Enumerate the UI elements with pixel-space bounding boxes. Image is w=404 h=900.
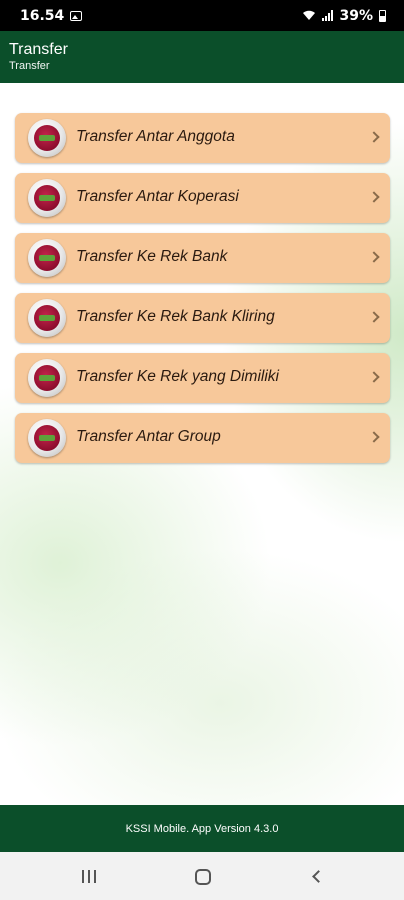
back-icon[interactable] [312, 870, 325, 883]
menu-item-label: Transfer Ke Rek Bank [76, 248, 228, 265]
wifi-icon [303, 10, 316, 20]
menu-item-transfer-ke-rek-dimiliki[interactable]: Transfer Ke Rek yang Dimiliki [15, 353, 390, 403]
status-right: 39% [302, 8, 386, 24]
chevron-right-icon [368, 251, 380, 263]
recents-icon[interactable] [82, 870, 96, 883]
content-area: Transfer Antar Anggota Transfer Antar Ko… [0, 83, 404, 805]
gallery-icon [70, 10, 83, 21]
menu-item-transfer-ke-rek-bank-kliring[interactable]: Transfer Ke Rek Bank Kliring [15, 293, 390, 343]
menu-item-label: Transfer Antar Group [76, 428, 221, 445]
menu-item-transfer-ke-rek-bank[interactable]: Transfer Ke Rek Bank [15, 233, 390, 283]
page-title: Transfer [9, 41, 68, 58]
chevron-right-icon [368, 131, 380, 143]
transfer-icon [28, 359, 66, 397]
status-left: 16.54 [20, 7, 83, 24]
menu-item-label: Transfer Antar Koperasi [76, 188, 239, 205]
transfer-icon [28, 119, 66, 157]
menu-item-transfer-antar-koperasi[interactable]: Transfer Antar Koperasi [15, 173, 390, 223]
page-subtitle: Transfer [9, 60, 50, 72]
chevron-right-icon [368, 311, 380, 323]
battery-icon [379, 9, 386, 22]
signal-icon [322, 10, 334, 21]
chevron-right-icon [368, 371, 380, 383]
chevron-right-icon [368, 191, 380, 203]
menu-item-transfer-antar-group[interactable]: Transfer Antar Group [15, 413, 390, 463]
menu-item-transfer-antar-anggota[interactable]: Transfer Antar Anggota [15, 113, 390, 163]
battery-percent: 39% [339, 7, 373, 24]
system-nav-bar [0, 852, 404, 900]
footer: KSSI Mobile. App Version 4.3.0 [0, 805, 404, 852]
menu-item-label: Transfer Antar Anggota [76, 128, 235, 145]
menu-item-label: Transfer Ke Rek Bank Kliring [76, 308, 275, 325]
menu-item-label: Transfer Ke Rek yang Dimiliki [76, 368, 279, 385]
transfer-icon [28, 299, 66, 337]
app-bar: Transfer Transfer [0, 31, 404, 83]
transfer-icon [28, 239, 66, 277]
app-version-text: KSSI Mobile. App Version 4.3.0 [125, 822, 279, 835]
transfer-icon [28, 419, 66, 457]
status-bar: 16.54 39% [0, 0, 404, 31]
status-time: 16.54 [20, 7, 65, 24]
chevron-right-icon [368, 431, 380, 443]
transfer-icon [28, 179, 66, 217]
home-icon[interactable] [195, 869, 211, 885]
